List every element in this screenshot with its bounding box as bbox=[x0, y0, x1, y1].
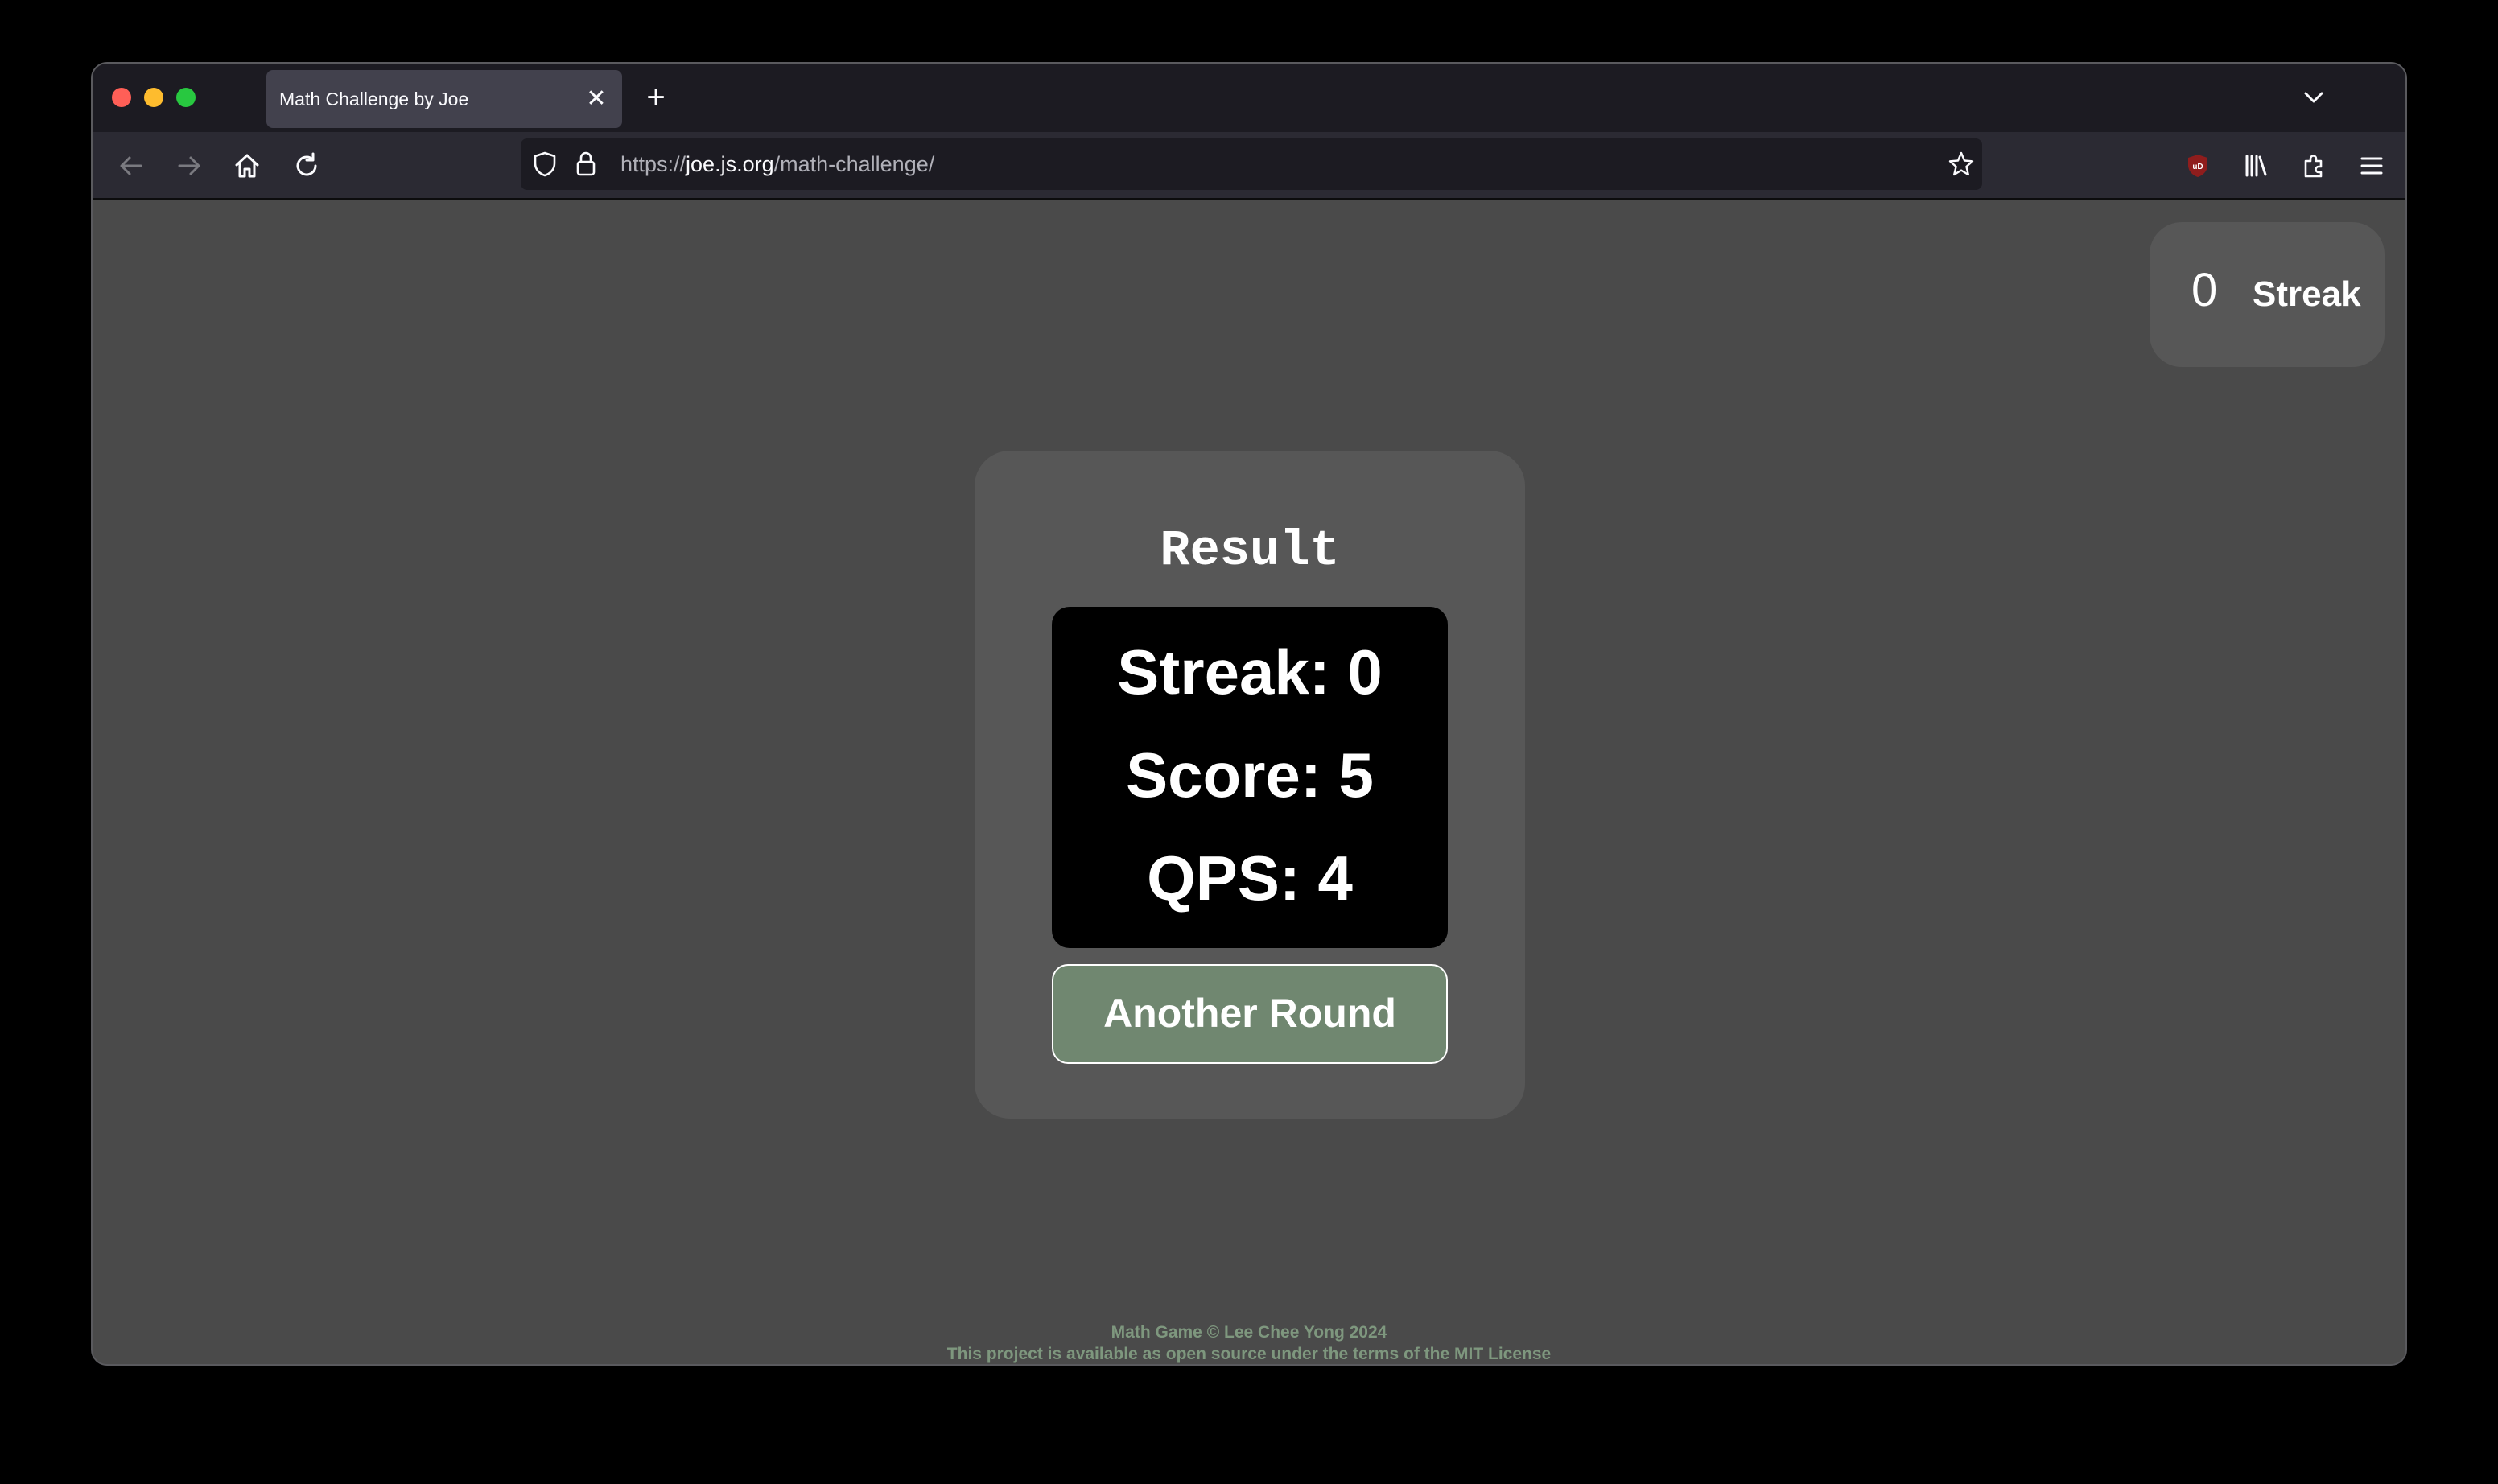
streak-badge: 0 Streak bbox=[2150, 222, 2385, 367]
url-scheme: https:// bbox=[620, 152, 686, 176]
bookmark-star-icon[interactable] bbox=[1947, 150, 1976, 179]
chevron-down-icon[interactable] bbox=[2298, 81, 2330, 113]
menu-icon[interactable] bbox=[2356, 150, 2388, 182]
url-host: joe.js.org bbox=[686, 152, 774, 176]
new-tab-button[interactable]: + bbox=[640, 81, 672, 113]
url-path: /math-challenge/ bbox=[773, 152, 935, 176]
library-icon[interactable] bbox=[2240, 150, 2272, 182]
result-card: Result Streak: 0 Score: 5 QPS: 4 Another… bbox=[975, 451, 1525, 1119]
address-bar[interactable]: https://joe.js.org/math-challenge/ bbox=[521, 138, 1982, 190]
tab-close-icon[interactable]: ✕ bbox=[582, 85, 611, 113]
url-text[interactable]: https://joe.js.org/math-challenge/ bbox=[620, 138, 934, 190]
navigation-toolbar: https://joe.js.org/math-challenge/ uD bbox=[93, 132, 2405, 200]
streak-label: Streak bbox=[2253, 274, 2361, 314]
qps-stat: QPS: 4 bbox=[1147, 843, 1353, 913]
mit-license-link[interactable]: MIT License bbox=[1454, 1345, 1551, 1363]
footer-copyright: Math Game © Lee Chee Yong 2024 bbox=[1111, 1323, 1387, 1342]
lock-icon[interactable] bbox=[574, 150, 598, 179]
forward-arrow-icon[interactable] bbox=[173, 150, 205, 182]
footer-license-text: is available as open source under the te… bbox=[1042, 1345, 1454, 1363]
shield-icon[interactable] bbox=[530, 150, 559, 179]
svg-text:uD: uD bbox=[2192, 163, 2203, 171]
stats-box: Streak: 0 Score: 5 QPS: 4 bbox=[1052, 607, 1448, 948]
minimize-window-button[interactable] bbox=[144, 88, 163, 107]
tab-math-challenge[interactable]: Math Challenge by Joe ✕ bbox=[266, 70, 622, 128]
home-icon[interactable] bbox=[231, 150, 263, 182]
footer: Math Game © Lee Chee Yong 2024 This proj… bbox=[93, 1321, 2405, 1364]
page-content: 0 Streak Result Streak: 0 Score: 5 QPS: … bbox=[93, 200, 2405, 1364]
streak-stat: Streak: 0 bbox=[1117, 637, 1383, 707]
tab-title: Math Challenge by Joe bbox=[279, 89, 469, 109]
footer-license-line: This project is available as open source… bbox=[93, 1343, 2405, 1364]
score-stat: Score: 5 bbox=[1126, 740, 1374, 810]
tab-strip: Math Challenge by Joe ✕ + bbox=[93, 64, 2405, 132]
result-title: Result bbox=[1160, 522, 1340, 579]
project-link[interactable]: This project bbox=[947, 1345, 1043, 1363]
extensions-icon[interactable] bbox=[2298, 150, 2330, 182]
back-arrow-icon[interactable] bbox=[115, 150, 147, 182]
streak-count: 0 bbox=[2191, 264, 2218, 316]
another-round-button[interactable]: Another Round bbox=[1052, 964, 1448, 1064]
maximize-window-button[interactable] bbox=[176, 88, 196, 107]
reload-icon[interactable] bbox=[291, 150, 323, 182]
ublock-icon[interactable]: uD bbox=[2182, 150, 2214, 182]
close-window-button[interactable] bbox=[112, 88, 131, 107]
browser-window: Math Challenge by Joe ✕ + https://joe.js… bbox=[91, 62, 2407, 1366]
